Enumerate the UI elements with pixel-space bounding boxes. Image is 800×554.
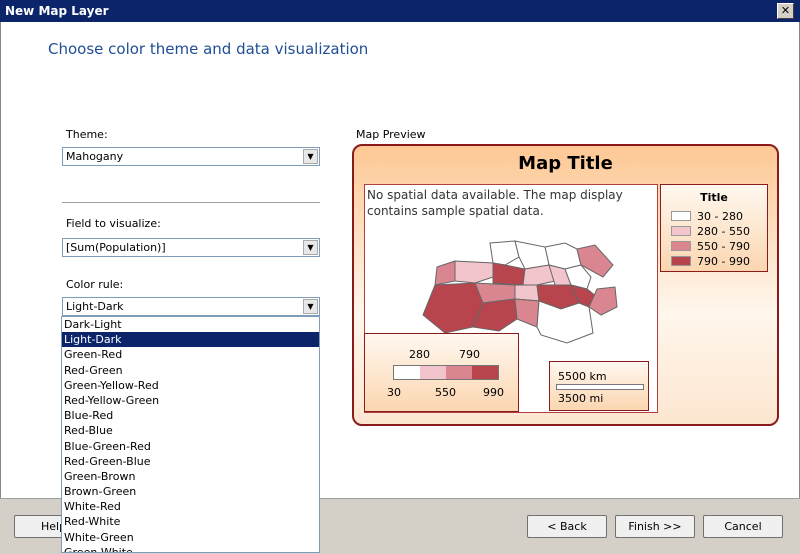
dropdown-option[interactable]: Blue-Red <box>62 408 319 423</box>
map-preview-label: Map Preview <box>356 128 426 141</box>
color-scale-swatch <box>394 366 420 379</box>
map-legend: Title 30 - 280 280 - 550 550 - 790 790 -… <box>660 184 768 272</box>
field-select[interactable]: [Sum(Population)] ▼ <box>62 238 320 257</box>
color-scale-swatch <box>446 366 472 379</box>
color-scale-swatch <box>420 366 446 379</box>
distance-km: 5500 km <box>558 370 607 383</box>
color-rule-select[interactable]: Light-Dark ▼ <box>62 297 320 316</box>
dropdown-option[interactable]: White-Green <box>62 530 319 545</box>
color-scale-bar <box>393 365 499 380</box>
distance-bar <box>556 384 644 390</box>
color-rule-label: Color rule: <box>66 278 124 291</box>
map-region <box>514 240 550 270</box>
legend-label: 790 - 990 <box>697 255 750 268</box>
dropdown-option[interactable]: Green-Red <box>62 347 319 362</box>
color-scale-label: 280 <box>409 348 430 361</box>
back-button[interactable]: < Back <box>527 515 607 538</box>
dropdown-option[interactable]: Dark-Light <box>62 317 319 332</box>
close-button[interactable]: ✕ <box>777 3 794 19</box>
dropdown-option[interactable]: Green-Brown <box>62 469 319 484</box>
legend-swatch <box>671 256 691 266</box>
title-bar: New Map Layer ✕ <box>0 0 800 22</box>
map-region <box>454 260 494 284</box>
map-title: Map Title <box>518 153 613 174</box>
dropdown-option[interactable]: Red-White <box>62 514 319 529</box>
dropdown-option[interactable]: Red-Blue <box>62 423 319 438</box>
color-rule-value: Light-Dark <box>66 300 124 313</box>
theme-value: Mahogany <box>66 150 124 163</box>
legend-swatch <box>671 211 691 221</box>
separator <box>62 202 320 203</box>
theme-label: Theme: <box>66 128 108 141</box>
distance-mi: 3500 mi <box>558 392 604 405</box>
legend-swatch <box>671 226 691 236</box>
map-region <box>492 262 526 286</box>
color-scale-swatch <box>472 366 498 379</box>
theme-select[interactable]: Mahogany ▼ <box>62 147 320 166</box>
dropdown-option-selected[interactable]: Light-Dark <box>62 332 319 348</box>
field-value: [Sum(Population)] <box>66 241 166 254</box>
color-rule-dropdown[interactable]: Dark-Light Light-Dark Green-Red Red-Gree… <box>61 316 320 553</box>
color-scale-label: 30 <box>387 386 401 399</box>
dropdown-option[interactable]: Green-Yellow-Red <box>62 378 319 393</box>
dropdown-option[interactable]: Blue-Green-Red <box>62 439 319 454</box>
chevron-down-icon[interactable]: ▼ <box>303 299 318 314</box>
dropdown-option[interactable]: Red-Green <box>62 363 319 378</box>
dropdown-option[interactable]: Red-Yellow-Green <box>62 393 319 408</box>
map-region <box>514 284 540 302</box>
color-scale-label: 550 <box>435 386 456 399</box>
page-title: Choose color theme and data visualizatio… <box>48 40 369 58</box>
legend-label: 30 - 280 <box>697 210 743 223</box>
dropdown-option[interactable]: Red-Green-Blue <box>62 454 319 469</box>
distance-scale: 5500 km 3500 mi <box>549 361 649 411</box>
dropdown-option[interactable]: Brown-Green <box>62 484 319 499</box>
color-scale-label: 990 <box>483 386 504 399</box>
map-region <box>489 240 520 266</box>
dropdown-option[interactable]: Green-White <box>62 545 319 552</box>
map-region <box>536 300 594 344</box>
legend-label: 280 - 550 <box>697 225 750 238</box>
chevron-down-icon[interactable]: ▼ <box>303 240 318 255</box>
map-region <box>588 286 618 316</box>
color-scale: 280 790 30 550 990 <box>364 333 519 412</box>
cancel-button[interactable]: Cancel <box>703 515 783 538</box>
legend-label: 550 - 790 <box>697 240 750 253</box>
field-label: Field to visualize: <box>66 217 161 230</box>
window-title: New Map Layer <box>5 4 109 18</box>
chevron-down-icon[interactable]: ▼ <box>303 149 318 164</box>
map-region <box>514 298 540 328</box>
map-region <box>434 260 456 286</box>
legend-title: Title <box>700 191 728 204</box>
dropdown-option[interactable]: White-Red <box>62 499 319 514</box>
color-scale-label: 790 <box>459 348 480 361</box>
finish-button[interactable]: Finish >> <box>615 515 695 538</box>
legend-swatch <box>671 241 691 251</box>
